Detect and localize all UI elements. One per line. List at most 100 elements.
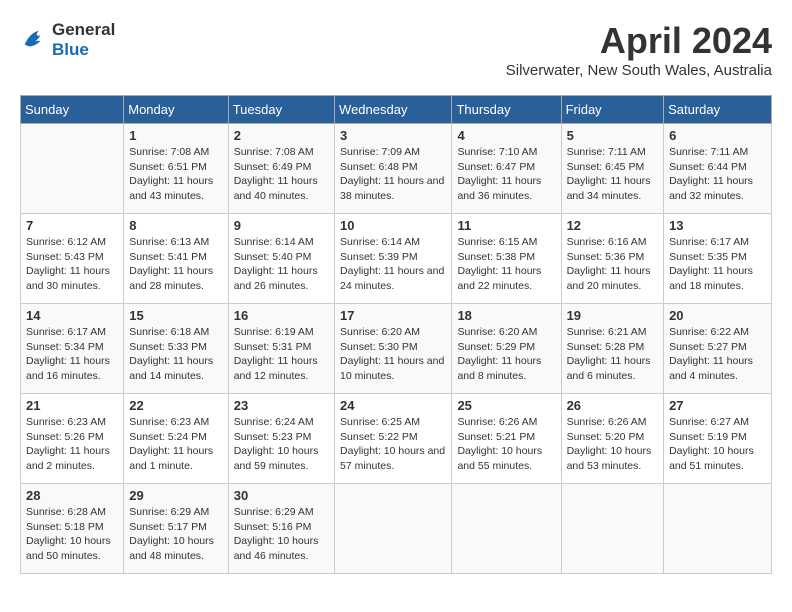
day-number: 25 xyxy=(457,398,555,413)
calendar-cell: 5 Sunrise: 7:11 AMSunset: 6:45 PMDaylight… xyxy=(561,124,664,214)
day-number: 7 xyxy=(26,218,118,233)
day-info: Sunrise: 6:29 AMSunset: 5:17 PMDaylight:… xyxy=(129,505,222,564)
day-info: Sunrise: 6:27 AMSunset: 5:19 PMDaylight:… xyxy=(669,415,766,474)
day-info: Sunrise: 6:21 AMSunset: 5:28 PMDaylight:… xyxy=(567,325,659,384)
day-number: 21 xyxy=(26,398,118,413)
page-header: General Blue April 2024 Silverwater, New… xyxy=(20,20,772,79)
day-number: 18 xyxy=(457,308,555,323)
calendar-cell: 21 Sunrise: 6:23 AMSunset: 5:26 PMDayligh… xyxy=(21,394,124,484)
day-info: Sunrise: 7:11 AMSunset: 6:44 PMDaylight:… xyxy=(669,145,766,204)
calendar-cell xyxy=(561,484,664,574)
calendar-cell xyxy=(21,124,124,214)
day-number: 23 xyxy=(234,398,329,413)
title-block: April 2024 Silverwater, New South Wales,… xyxy=(506,20,772,79)
header-day-thursday: Thursday xyxy=(452,96,561,124)
day-info: Sunrise: 7:08 AMSunset: 6:49 PMDaylight:… xyxy=(234,145,329,204)
calendar-cell: 29 Sunrise: 6:29 AMSunset: 5:17 PMDayligh… xyxy=(124,484,228,574)
calendar-week-5: 28 Sunrise: 6:28 AMSunset: 5:18 PMDayligh… xyxy=(21,484,772,574)
day-number: 15 xyxy=(129,308,222,323)
calendar-cell: 25 Sunrise: 6:26 AMSunset: 5:21 PMDayligh… xyxy=(452,394,561,484)
calendar-cell: 6Sunrise: 7:11 AMSunset: 6:44 PMDaylight… xyxy=(664,124,772,214)
calendar-cell: 14 Sunrise: 6:17 AMSunset: 5:34 PMDayligh… xyxy=(21,304,124,394)
calendar-table: SundayMondayTuesdayWednesdayThursdayFrid… xyxy=(20,95,772,574)
day-number: 27 xyxy=(669,398,766,413)
calendar-cell: 15 Sunrise: 6:18 AMSunset: 5:33 PMDayligh… xyxy=(124,304,228,394)
calendar-cell: 24Sunrise: 6:25 AMSunset: 5:22 PMDayligh… xyxy=(335,394,452,484)
day-number: 12 xyxy=(567,218,659,233)
day-info: Sunrise: 6:20 AMSunset: 5:30 PMDaylight:… xyxy=(340,325,446,384)
day-number: 14 xyxy=(26,308,118,323)
header-day-friday: Friday xyxy=(561,96,664,124)
day-info: Sunrise: 6:20 AMSunset: 5:29 PMDaylight:… xyxy=(457,325,555,384)
day-info: Sunrise: 6:18 AMSunset: 5:33 PMDaylight:… xyxy=(129,325,222,384)
day-info: Sunrise: 7:08 AMSunset: 6:51 PMDaylight:… xyxy=(129,145,222,204)
location: Silverwater, New South Wales, Australia xyxy=(506,62,772,79)
day-info: Sunrise: 6:23 AMSunset: 5:26 PMDaylight:… xyxy=(26,415,118,474)
day-info: Sunrise: 6:29 AMSunset: 5:16 PMDaylight:… xyxy=(234,505,329,564)
header-day-monday: Monday xyxy=(124,96,228,124)
day-number: 8 xyxy=(129,218,222,233)
day-number: 16 xyxy=(234,308,329,323)
calendar-week-3: 14 Sunrise: 6:17 AMSunset: 5:34 PMDayligh… xyxy=(21,304,772,394)
day-number: 26 xyxy=(567,398,659,413)
day-number: 28 xyxy=(26,488,118,503)
calendar-cell xyxy=(452,484,561,574)
day-info: Sunrise: 7:10 AMSunset: 6:47 PMDaylight:… xyxy=(457,145,555,204)
calendar-cell: 19 Sunrise: 6:21 AMSunset: 5:28 PMDayligh… xyxy=(561,304,664,394)
calendar-cell: 23 Sunrise: 6:24 AMSunset: 5:23 PMDayligh… xyxy=(228,394,334,484)
day-number: 30 xyxy=(234,488,329,503)
day-info: Sunrise: 7:11 AMSunset: 6:45 PMDaylight:… xyxy=(567,145,659,204)
calendar-cell: 16 Sunrise: 6:19 AMSunset: 5:31 PMDayligh… xyxy=(228,304,334,394)
day-info: Sunrise: 6:26 AMSunset: 5:20 PMDaylight:… xyxy=(567,415,659,474)
calendar-cell: 9 Sunrise: 6:14 AMSunset: 5:40 PMDaylight… xyxy=(228,214,334,304)
day-info: Sunrise: 6:19 AMSunset: 5:31 PMDaylight:… xyxy=(234,325,329,384)
day-number: 2 xyxy=(234,128,329,143)
day-info: Sunrise: 6:14 AMSunset: 5:40 PMDaylight:… xyxy=(234,235,329,294)
calendar-cell: 20 Sunrise: 6:22 AMSunset: 5:27 PMDayligh… xyxy=(664,304,772,394)
calendar-cell: 3Sunrise: 7:09 AMSunset: 6:48 PMDaylight… xyxy=(335,124,452,214)
day-info: Sunrise: 6:24 AMSunset: 5:23 PMDaylight:… xyxy=(234,415,329,474)
calendar-cell: 10 Sunrise: 6:14 AMSunset: 5:39 PMDayligh… xyxy=(335,214,452,304)
day-number: 19 xyxy=(567,308,659,323)
calendar-cell: 17 Sunrise: 6:20 AMSunset: 5:30 PMDayligh… xyxy=(335,304,452,394)
calendar-cell xyxy=(664,484,772,574)
month-title: April 2024 xyxy=(506,20,772,62)
day-number: 5 xyxy=(567,128,659,143)
day-info: Sunrise: 6:17 AMSunset: 5:34 PMDaylight:… xyxy=(26,325,118,384)
day-info: Sunrise: 6:14 AMSunset: 5:39 PMDaylight:… xyxy=(340,235,446,294)
day-number: 10 xyxy=(340,218,446,233)
day-info: Sunrise: 6:28 AMSunset: 5:18 PMDaylight:… xyxy=(26,505,118,564)
day-number: 9 xyxy=(234,218,329,233)
header-row: SundayMondayTuesdayWednesdayThursdayFrid… xyxy=(21,96,772,124)
day-number: 3 xyxy=(340,128,446,143)
header-day-saturday: Saturday xyxy=(664,96,772,124)
calendar-cell: 22 Sunrise: 6:23 AMSunset: 5:24 PMDayligh… xyxy=(124,394,228,484)
calendar-cell xyxy=(335,484,452,574)
day-number: 24 xyxy=(340,398,446,413)
calendar-cell: 7Sunrise: 6:12 AMSunset: 5:43 PMDaylight… xyxy=(21,214,124,304)
logo: General Blue xyxy=(20,20,115,60)
day-number: 13 xyxy=(669,218,766,233)
day-info: Sunrise: 6:15 AMSunset: 5:38 PMDaylight:… xyxy=(457,235,555,294)
day-info: Sunrise: 6:23 AMSunset: 5:24 PMDaylight:… xyxy=(129,415,222,474)
day-info: Sunrise: 6:26 AMSunset: 5:21 PMDaylight:… xyxy=(457,415,555,474)
day-number: 29 xyxy=(129,488,222,503)
day-info: Sunrise: 6:16 AMSunset: 5:36 PMDaylight:… xyxy=(567,235,659,294)
header-day-sunday: Sunday xyxy=(21,96,124,124)
day-info: Sunrise: 6:13 AMSunset: 5:41 PMDaylight:… xyxy=(129,235,222,294)
calendar-cell: 27 Sunrise: 6:27 AMSunset: 5:19 PMDayligh… xyxy=(664,394,772,484)
calendar-cell: 28 Sunrise: 6:28 AMSunset: 5:18 PMDayligh… xyxy=(21,484,124,574)
calendar-cell: 18 Sunrise: 6:20 AMSunset: 5:29 PMDayligh… xyxy=(452,304,561,394)
day-number: 20 xyxy=(669,308,766,323)
day-number: 4 xyxy=(457,128,555,143)
calendar-cell: 13Sunrise: 6:17 AMSunset: 5:35 PMDayligh… xyxy=(664,214,772,304)
calendar-cell: 4 Sunrise: 7:10 AMSunset: 6:47 PMDaylight… xyxy=(452,124,561,214)
day-info: Sunrise: 6:22 AMSunset: 5:27 PMDaylight:… xyxy=(669,325,766,384)
calendar-week-4: 21 Sunrise: 6:23 AMSunset: 5:26 PMDayligh… xyxy=(21,394,772,484)
day-number: 17 xyxy=(340,308,446,323)
calendar-cell: 1Sunrise: 7:08 AMSunset: 6:51 PMDaylight… xyxy=(124,124,228,214)
calendar-week-1: 1Sunrise: 7:08 AMSunset: 6:51 PMDaylight… xyxy=(21,124,772,214)
day-number: 22 xyxy=(129,398,222,413)
header-day-wednesday: Wednesday xyxy=(335,96,452,124)
day-number: 11 xyxy=(457,218,555,233)
